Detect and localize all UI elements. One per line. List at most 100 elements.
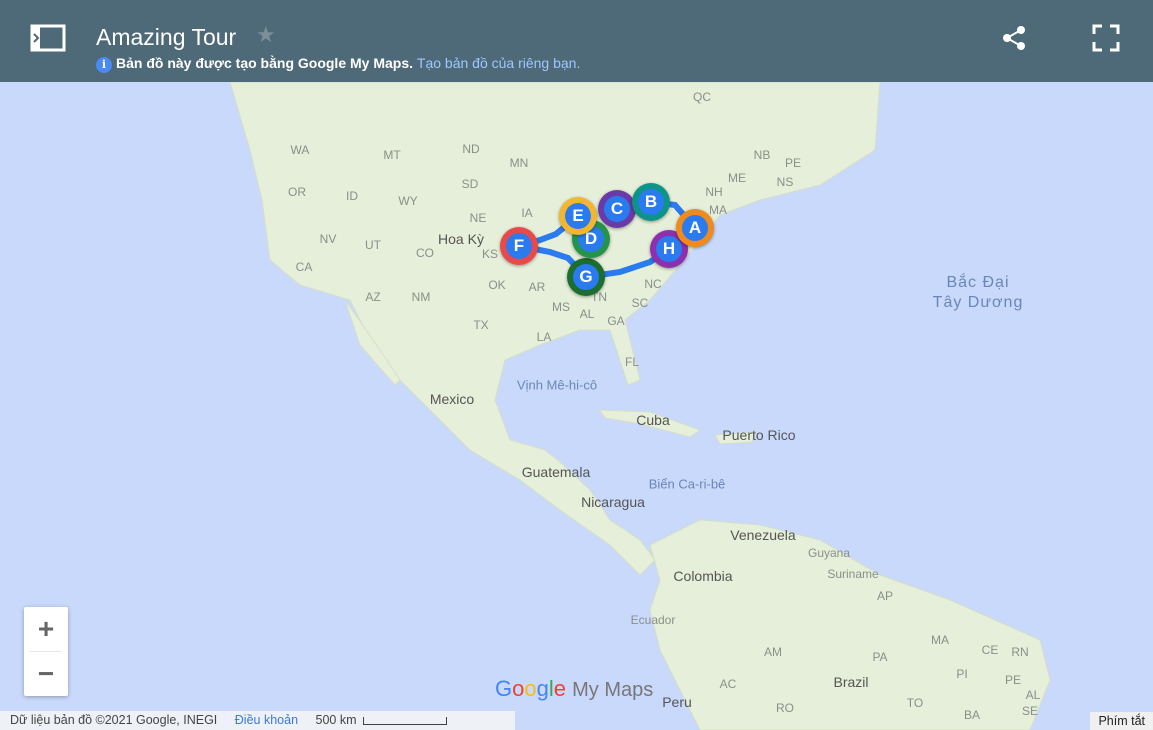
map-label: SD	[461, 177, 479, 191]
map-label: TO	[906, 696, 924, 710]
marker-c[interactable]: C	[598, 190, 636, 228]
map-label: AP	[876, 589, 894, 603]
map-label: CA	[295, 260, 313, 274]
map-label: UT	[365, 238, 381, 252]
map-label: Biển Ca-ri-bê	[648, 476, 726, 492]
map-label: NM	[411, 290, 431, 304]
map-label: Cuba	[636, 412, 670, 428]
map-label: MS	[552, 300, 570, 314]
scale-label: 500 km	[315, 713, 357, 727]
map-label: RO	[776, 701, 794, 715]
map-label: QC	[693, 90, 711, 104]
map-label: Vịnh Mê-hi-cô	[516, 377, 598, 393]
logo-suffix: My Maps	[572, 679, 654, 701]
create-map-link[interactable]: Tạo bản đồ của riêng bạn.	[417, 55, 580, 71]
map-label: AM	[764, 645, 782, 659]
marker-f[interactable]: F	[500, 227, 538, 265]
marker-letter: A	[682, 215, 708, 241]
map-label: PI	[956, 667, 968, 681]
map-canvas[interactable]	[0, 0, 1153, 730]
map-label: Suriname	[827, 567, 879, 581]
map-label: LA	[536, 330, 552, 344]
map-label: CE	[981, 643, 999, 657]
terms-link[interactable]: Điều khoản	[235, 713, 298, 727]
map-label: AL	[1025, 688, 1041, 702]
map-label: AL	[579, 307, 595, 321]
scale-bar	[362, 716, 447, 725]
star-icon[interactable]: ★	[256, 22, 276, 48]
map-label: SE	[1021, 704, 1039, 718]
map-label: NE	[469, 211, 487, 225]
map-label: ID	[346, 189, 358, 203]
attribution: Dữ liệu bản đồ ©2021 Google, INEGI	[10, 713, 218, 727]
zoom-control: + −	[24, 607, 68, 696]
map-label: PE	[1004, 673, 1022, 687]
map-label: KS	[481, 247, 499, 261]
map-label: Ecuador	[630, 613, 676, 627]
marker-b[interactable]: B	[632, 183, 670, 221]
map-label: Puerto Rico	[722, 427, 796, 443]
map-label: TX	[473, 318, 489, 332]
map-title: Amazing Tour	[96, 24, 237, 50]
map-label: SC	[631, 296, 649, 310]
map-header: Amazing Tour ★ i Bản đồ này được tạo bằng…	[0, 0, 1153, 82]
marker-letter: H	[656, 236, 682, 262]
keyboard-shortcuts-button[interactable]: Phím tắt	[1090, 712, 1153, 730]
map-label: AC	[719, 677, 737, 691]
map-label: NS	[776, 175, 794, 189]
map-label: Mexico	[429, 391, 475, 407]
map-label: OR	[288, 185, 306, 199]
map-label: Venezuela	[730, 527, 796, 543]
map-label: CO	[416, 246, 434, 260]
map-label: Guatemala	[521, 464, 591, 480]
map-label: Guyana	[807, 546, 851, 560]
header-subtitle: i Bản đồ này được tạo bằng Google My Maps…	[96, 55, 580, 73]
map-footer: Dữ liệu bản đồ ©2021 Google, INEGI Điều …	[0, 711, 515, 730]
north-america-landmass	[229, 81, 881, 576]
map-label: Bắc Đại Tây Dương	[932, 274, 1024, 311]
map-label: RN	[1011, 645, 1029, 659]
marker-letter: G	[573, 264, 599, 290]
map-label: NV	[319, 232, 337, 246]
marker-letter: B	[638, 189, 664, 215]
map-label: PE	[784, 156, 802, 170]
map-label: MT	[383, 148, 401, 162]
map-label: NB	[753, 148, 771, 162]
map-label: NH	[705, 185, 723, 199]
map-label: Nicaragua	[581, 494, 645, 510]
map-label: BA	[963, 708, 981, 722]
map-label: PA	[872, 650, 888, 664]
marker-e[interactable]: E	[559, 197, 597, 235]
marker-g[interactable]: G	[567, 258, 605, 296]
map-label: MA	[931, 633, 949, 647]
map-label: ME	[728, 171, 746, 185]
map-label: AZ	[365, 290, 381, 304]
map-label: MN	[509, 156, 529, 170]
marker-a[interactable]: A	[676, 209, 714, 247]
open-panel-icon[interactable]	[30, 24, 66, 52]
map-label: Colombia	[673, 568, 733, 584]
zoom-in-button[interactable]: +	[24, 607, 68, 651]
map-label: NC	[644, 277, 662, 291]
map-label: AR	[528, 280, 546, 294]
map-label: WY	[398, 194, 418, 208]
map-label: FL	[624, 355, 640, 369]
info-icon: i	[96, 57, 112, 73]
map-label: Hoa Kỳ	[438, 231, 484, 247]
fullscreen-icon[interactable]	[1090, 22, 1122, 54]
marker-letter: C	[604, 196, 630, 222]
map-label: OK	[488, 278, 506, 292]
map-label: GA	[607, 314, 625, 328]
marker-letter: F	[506, 233, 532, 259]
google-my-maps-logo: Google My Maps	[495, 676, 654, 701]
map-label: Brazil	[833, 674, 869, 690]
subtitle-text: Bản đồ này được tạo bằng Google My Maps.	[116, 55, 414, 71]
map-label: Peru	[662, 694, 692, 710]
zoom-out-button[interactable]: −	[24, 652, 68, 696]
marker-letter: E	[565, 203, 591, 229]
map-label: WA	[290, 143, 310, 157]
share-icon[interactable]	[1000, 24, 1028, 52]
map-label: ND	[462, 142, 480, 156]
map-label: MA	[709, 203, 727, 217]
map-label: IA	[521, 206, 533, 220]
